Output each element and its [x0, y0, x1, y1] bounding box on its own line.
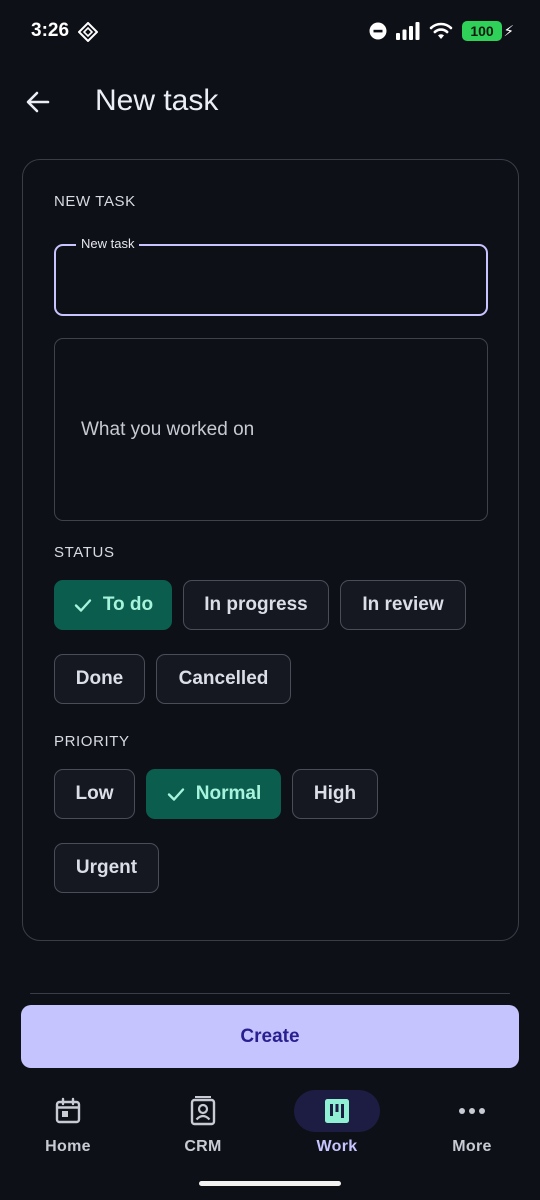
- description-field[interactable]: What you worked on: [54, 338, 488, 521]
- status-chip-label: Cancelled: [178, 668, 269, 689]
- scroll-divider: [30, 993, 510, 994]
- task-title-field[interactable]: New task: [54, 236, 488, 316]
- app-diamond-icon: [78, 22, 98, 42]
- nav-item-home[interactable]: Home: [13, 1088, 123, 1168]
- home-indicator[interactable]: [199, 1181, 341, 1186]
- nav-icon-container: [25, 1090, 111, 1132]
- calendar-icon: [55, 1097, 81, 1124]
- check-icon: [167, 788, 184, 801]
- nav-icon-container: [429, 1090, 515, 1132]
- status-bar: 3:26 100 ⚡: [0, 0, 540, 64]
- status-chip-cancelled[interactable]: Cancelled: [156, 654, 291, 704]
- nav-label-home: Home: [45, 1138, 91, 1155]
- nav-label-more: More: [452, 1138, 492, 1155]
- priority-chip-normal[interactable]: Normal: [146, 769, 281, 819]
- status-time: 3:26: [31, 20, 70, 41]
- signal-icon: [396, 22, 420, 40]
- priority-chip-low[interactable]: Low: [54, 769, 135, 819]
- nav-label-crm: CRM: [184, 1138, 222, 1155]
- create-button[interactable]: Create: [21, 1005, 519, 1068]
- status-chip-in-progress[interactable]: In progress: [183, 580, 329, 630]
- page-title: New task: [95, 84, 219, 117]
- task-title-input[interactable]: [70, 264, 470, 294]
- status-section-label: STATUS: [54, 544, 115, 561]
- check-icon: [74, 599, 92, 612]
- status-chip-label: In review: [362, 594, 444, 615]
- back-arrow-icon[interactable]: [24, 88, 52, 116]
- task-form-card: NEW TASK New task What you worked on STA…: [22, 159, 519, 941]
- priority-chip-label: Urgent: [75, 857, 138, 878]
- priority-chip-urgent[interactable]: Urgent: [54, 843, 159, 893]
- status-chip-label: In progress: [204, 594, 308, 615]
- wifi-icon: [429, 22, 453, 39]
- do-not-disturb-icon: [369, 22, 387, 40]
- description-placeholder: What you worked on: [81, 419, 255, 440]
- nav-label-work: Work: [316, 1138, 358, 1155]
- nav-item-more[interactable]: More: [417, 1088, 527, 1168]
- charging-bolt-icon: ⚡: [503, 23, 514, 40]
- priority-chip-high[interactable]: High: [292, 769, 378, 819]
- contact-card-icon: [190, 1096, 216, 1126]
- priority-chip-label: High: [313, 783, 357, 804]
- priority-section-label: PRIORITY: [54, 733, 130, 750]
- status-chip-label: To do: [102, 594, 154, 615]
- more-dots-icon: [459, 1108, 485, 1114]
- priority-chip-label: Normal: [195, 783, 262, 804]
- status-icons: 100 ⚡: [369, 21, 514, 41]
- status-chip-to-do[interactable]: To do: [54, 580, 172, 630]
- task-title-label: New task: [76, 236, 140, 251]
- status-chip-in-review[interactable]: In review: [340, 580, 466, 630]
- nav-item-crm[interactable]: CRM: [148, 1088, 258, 1168]
- nav-icon-container: [294, 1090, 380, 1132]
- nav-item-work[interactable]: Work: [282, 1088, 392, 1168]
- status-chip-label: Done: [75, 668, 124, 689]
- status-chip-done[interactable]: Done: [54, 654, 145, 704]
- priority-chip-label: Low: [75, 783, 114, 804]
- kanban-board-icon: [325, 1099, 349, 1123]
- battery-indicator: 100 ⚡: [462, 21, 514, 41]
- new-task-section-label: NEW TASK: [54, 193, 136, 210]
- battery-level: 100: [470, 23, 494, 39]
- nav-icon-container: [160, 1090, 246, 1132]
